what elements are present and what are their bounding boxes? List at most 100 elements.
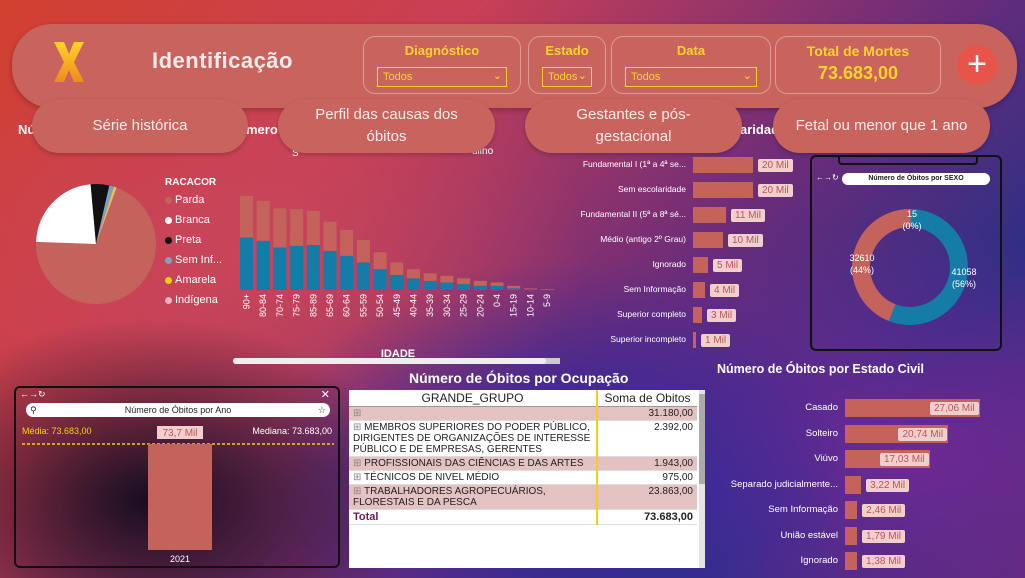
civil-bar[interactable] [845,552,857,570]
civil-bar[interactable] [845,475,862,494]
table-row[interactable]: ⊞ MEMBROS SUPERIORES DO PODER PÚBLICO, D… [349,420,697,457]
legend-item[interactable]: Parda [165,190,222,210]
age-bar-masculino-15[interactable] [490,282,504,286]
age-bar-masculino-18[interactable] [540,289,554,290]
forward-icon[interactable]: → [29,389,38,399]
age-bar-feminino-13[interactable] [457,284,471,290]
age-bar-masculino-4[interactable] [306,210,320,245]
age-bar-feminino-5[interactable] [323,250,337,290]
legend-label: Amarela [175,274,216,286]
edu-bar[interactable] [693,282,705,298]
age-bar-feminino-2[interactable] [273,247,287,291]
age-bar-masculino-10[interactable] [407,269,420,279]
refresh-icon[interactable]: ↻ [832,173,839,182]
pie-slice-1[interactable] [36,184,96,244]
back-icon[interactable]: ← [816,173,824,182]
edu-bar[interactable] [693,182,753,198]
nav-fetal[interactable]: Fetal ou menor que 1 ano [773,99,990,153]
legend-item[interactable]: Preta [165,230,222,250]
plus-icon[interactable]: + [957,45,997,85]
year-bar[interactable] [148,444,212,550]
legend-dot [165,296,172,304]
legend-item[interactable]: Amarela [165,270,222,290]
age-bar-masculino-6[interactable] [340,230,354,256]
age-bar-masculino-17[interactable] [523,288,537,290]
age-bar-feminino-10[interactable] [407,278,420,290]
nav-gestantes[interactable]: Gestantes e pós-gestacional [525,99,742,153]
estado-filter[interactable]: Estado Todos ⌄ [528,36,606,94]
expand-icon[interactable]: ⊞ [353,458,364,469]
legend-item[interactable]: Sem Inf... [165,250,222,270]
diagnostico-filter[interactable]: Diagnóstico Todos ⌄ [363,36,521,94]
age-bar-masculino-16[interactable] [507,285,521,289]
ocupacao-table: GRANDE_GRUPO Soma de Obitos ⊞ 31.180,00 ⊞… [349,390,705,568]
age-bar-masculino-9[interactable] [390,262,404,276]
row-group-name: MEMBROS SUPERIORES DO PODER PÚBLICO, DIR… [353,422,591,455]
table-row[interactable]: ⊞ TRABALHADORES AGROPECUÁRIOS, FLORESTAI… [349,484,697,510]
diagnostico-select[interactable]: Todos ⌄ [377,67,507,87]
data-filter[interactable]: Data Todos ⌄ [611,36,771,94]
age-bar-feminino-8[interactable] [373,269,387,290]
data-select[interactable]: Todos ⌄ [625,67,757,87]
age-bar-masculino-2[interactable] [273,208,287,248]
row-group-name: TRABALHADORES AGROPECUÁRIOS, FLORESTAIS … [353,486,546,508]
legend-item[interactable]: Indígena [165,290,222,310]
age-scroll-thumb[interactable] [233,358,546,364]
back-icon[interactable]: ← [20,389,29,399]
table-row[interactable]: ⊞ TÉCNICOS DE NIVEL MÉDIO 975,00 [349,470,697,485]
age-bar-feminino-14[interactable] [473,285,487,290]
age-bar-feminino-4[interactable] [306,245,320,290]
refresh-icon[interactable]: ↻ [38,389,46,399]
total-label: Total [349,509,597,525]
age-bar-feminino-15[interactable] [490,285,504,290]
legend-item[interactable]: Branca [165,210,222,230]
estado-value: Todos [548,71,578,83]
expand-icon[interactable]: ⊞ [353,408,361,419]
nav-serie-historica[interactable]: Série histórica [32,99,248,153]
age-bar-masculino-5[interactable] [323,221,337,251]
age-bar-masculino-8[interactable] [373,252,387,270]
table-row[interactable]: ⊞ 31.180,00 [349,406,697,421]
civil-bar[interactable] [845,526,857,545]
col-soma-obitos[interactable]: Soma de Obitos [596,390,697,407]
age-bar-masculino-3[interactable] [290,209,304,246]
edu-bar[interactable] [693,157,753,173]
age-bar-masculino-1[interactable] [256,200,270,241]
forward-icon[interactable]: → [824,173,832,182]
age-bar-masculino-11[interactable] [423,273,437,281]
expand-icon[interactable]: ⊞ [353,422,364,433]
civil-value-label: 3,22 Mil [866,478,910,492]
age-bar-feminino-1[interactable] [256,240,270,290]
age-bar-feminino-11[interactable] [423,280,437,290]
edu-bar[interactable] [693,257,708,273]
close-icon[interactable]: ✕ [321,388,330,401]
edu-bar[interactable] [693,207,726,223]
age-bar-masculino-13[interactable] [457,278,471,285]
age-bar-feminino-0[interactable] [240,237,253,291]
expand-icon[interactable]: ⊞ [353,472,364,483]
age-bar-masculino-0[interactable] [240,195,253,238]
age-bar-feminino-17[interactable] [523,289,537,290]
age-bar-feminino-6[interactable] [340,255,354,290]
civil-bar[interactable] [845,501,858,519]
search-icon[interactable]: ⚲ [30,403,37,417]
age-bar-masculino-7[interactable] [356,240,370,263]
age-bar-masculino-14[interactable] [473,280,487,286]
estado-select[interactable]: Todos ⌄ [542,67,592,87]
age-bar-feminino-3[interactable] [290,245,304,290]
age-bar-feminino-9[interactable] [390,275,404,290]
age-bar-feminino-7[interactable] [356,262,370,291]
sexo-panel: ←→↻ Número de Óbitos por SEXO 41058 (56%)… [810,155,1002,351]
expand-icon[interactable]: ⊞ [353,486,364,497]
col-grande-grupo[interactable]: GRANDE_GRUPO [349,390,598,407]
age-bar-feminino-16[interactable] [507,288,521,290]
table-row[interactable]: ⊞ PROFISSIONAIS DAS CIÊNCIAS E DAS ARTES… [349,456,697,471]
edu-bar[interactable] [693,332,696,348]
donut-label: (56%) [952,279,976,289]
age-bar-masculino-12[interactable] [440,275,454,283]
nav-perfil-causas[interactable]: Perfil das causas dos óbitos [278,99,495,153]
edu-bar[interactable] [693,307,702,323]
edu-bar[interactable] [693,232,723,248]
age-bar-feminino-12[interactable] [440,282,454,291]
star-icon[interactable]: ☆ [318,403,326,417]
